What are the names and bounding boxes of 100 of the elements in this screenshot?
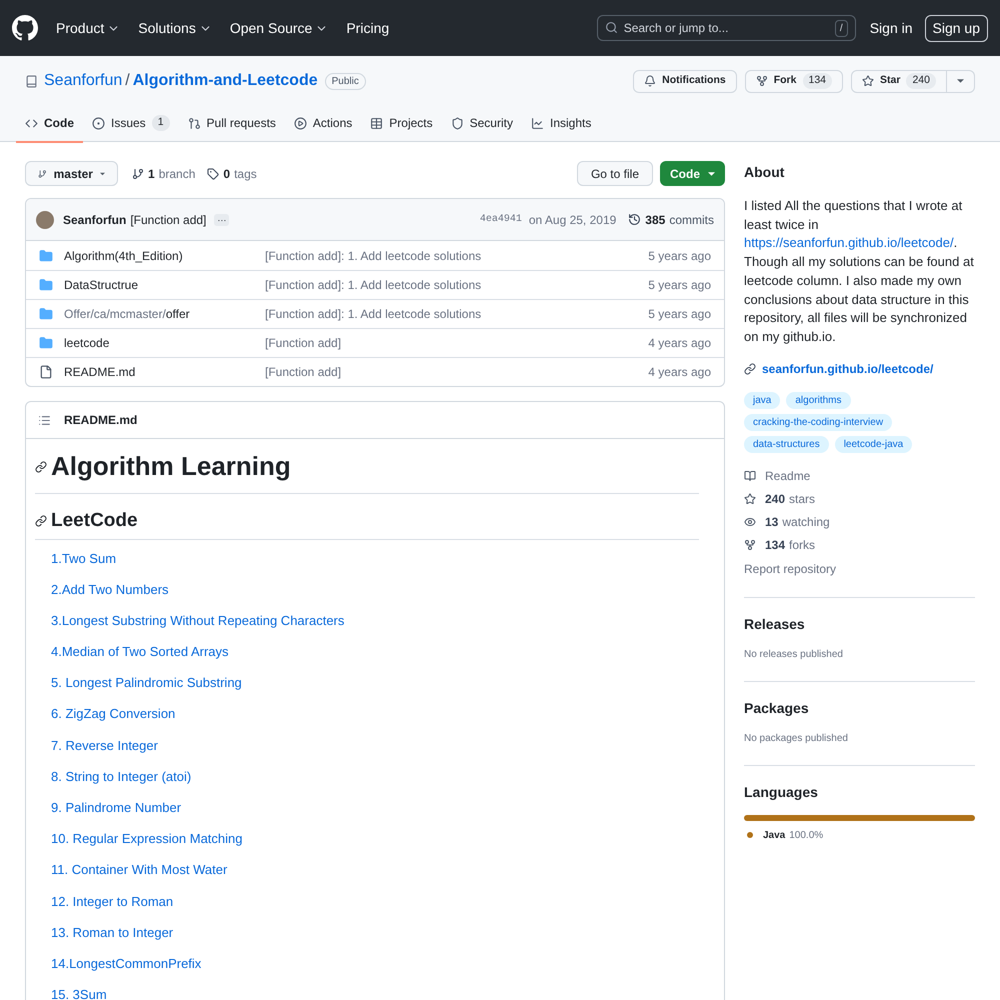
topic-tag[interactable]: leetcode-java xyxy=(834,436,912,453)
shield-icon xyxy=(450,116,464,130)
commit-message-link[interactable]: [Function add]: 1. Add leetcode solutions xyxy=(265,276,482,294)
expand-button[interactable]: ··· xyxy=(214,214,230,226)
repo-tab[interactable]: Code xyxy=(16,105,83,143)
problem-link[interactable]: 5. Longest Palindromic Substring xyxy=(51,674,242,692)
fork-icon xyxy=(744,538,756,551)
repo-tab[interactable]: Security xyxy=(442,105,522,143)
report-link[interactable]: Report repository xyxy=(744,560,836,578)
file-age: 5 years ago xyxy=(648,248,711,264)
go-to-file-button[interactable]: Go to file xyxy=(576,161,653,186)
graph-icon xyxy=(530,116,544,130)
topic-tag[interactable]: data-structures xyxy=(744,436,829,453)
problem-link[interactable]: 1.Two Sum xyxy=(51,550,116,568)
file-name-link[interactable]: DataStructrue xyxy=(64,276,138,294)
branch-icon xyxy=(132,168,144,180)
problem-link[interactable]: 9. Palindrome Number xyxy=(51,799,182,817)
commit-message-link[interactable]: [Function add] xyxy=(265,363,342,381)
code-button[interactable]: Code xyxy=(660,161,725,186)
problem-link[interactable]: 4.Median of Two Sorted Arrays xyxy=(51,643,229,662)
branch-icon xyxy=(38,168,47,180)
commit-count[interactable]: 385 xyxy=(645,210,666,228)
repo-owner-link[interactable]: Seanforfun xyxy=(44,69,122,93)
repo-name-link[interactable]: Algorithm-and-Leetcode xyxy=(132,69,318,93)
commits-label[interactable]: commits xyxy=(669,210,714,228)
stat-link[interactable]: 13 watching xyxy=(765,512,830,531)
file-age: 5 years ago xyxy=(648,277,711,294)
readme-heading: Algorithm Learning xyxy=(51,450,291,483)
star-button[interactable]: Star 240 xyxy=(851,70,947,92)
file-age: 4 years ago xyxy=(648,335,711,352)
eye-icon xyxy=(744,516,756,528)
repo-tab[interactable]: Actions xyxy=(284,105,362,143)
language-percent: 100.0% xyxy=(789,828,824,843)
star-icon xyxy=(744,492,756,505)
problem-link[interactable]: 10. Regular Expression Matching xyxy=(51,830,242,848)
circle-dot-icon xyxy=(92,116,105,130)
topic-tag[interactable]: cracking-the-coding-interview xyxy=(744,414,892,431)
file-name-link[interactable]: offer xyxy=(166,305,190,323)
fork-button[interactable]: Fork 134 xyxy=(744,70,844,92)
caret-down-icon xyxy=(100,172,105,176)
problem-link[interactable]: 12. Integer to Roman xyxy=(51,892,174,911)
file-name-link[interactable]: leetcode xyxy=(64,334,110,352)
commit-sha[interactable]: 4ea4941 xyxy=(480,212,522,227)
stat-link[interactable]: 134 forks xyxy=(765,536,816,554)
problem-link[interactable]: 8. String to Integer (atoi) xyxy=(51,768,192,786)
commit-message-link[interactable]: [Function add] xyxy=(265,334,342,352)
anchor-link-icon[interactable] xyxy=(35,515,47,528)
tag-count: 0 xyxy=(223,166,230,182)
visibility-label: Public xyxy=(324,72,366,90)
website-link[interactable]: seanforfun.github.io/leetcode/ xyxy=(762,360,934,378)
history-icon xyxy=(628,213,642,226)
branches-link[interactable]: 1 branch xyxy=(132,164,196,182)
about-heading: About xyxy=(744,163,786,182)
file-path-link[interactable]: Offer/ca/mcmaster/ xyxy=(64,305,166,323)
folder-icon xyxy=(39,307,53,321)
commit-message-link[interactable]: [Function add]: 1. Add leetcode solutions xyxy=(265,246,482,264)
github-logo-icon[interactable] xyxy=(12,15,38,41)
problem-link[interactable]: 13. Roman to Integer xyxy=(51,924,174,942)
language-name[interactable]: Java xyxy=(763,828,786,843)
sign-up-button[interactable]: Sign up xyxy=(924,14,988,42)
nav-menu-item[interactable]: Pricing xyxy=(346,18,390,38)
topic-tag[interactable]: algorithms xyxy=(786,392,850,409)
notifications-button[interactable]: Notifications xyxy=(633,70,737,92)
problem-link[interactable]: 7. Reverse Integer xyxy=(51,736,158,755)
stat-link[interactable]: Readme xyxy=(765,466,810,485)
star-dropdown-button[interactable] xyxy=(947,70,975,92)
problem-link[interactable]: 15. 3Sum xyxy=(51,986,107,1000)
topic-tag[interactable]: java xyxy=(744,392,780,409)
repo-tab[interactable]: Pull requests xyxy=(178,105,285,143)
problem-link[interactable]: 11. Container With Most Water xyxy=(51,861,228,880)
problem-link[interactable]: 2.Add Two Numbers xyxy=(51,580,169,599)
problem-link[interactable]: 6. ZigZag Conversion xyxy=(51,705,176,724)
nav-menu-item[interactable]: Open Source xyxy=(230,18,328,38)
tags-link[interactable]: 0 tags xyxy=(207,164,257,182)
file-name-link[interactable]: README.md xyxy=(64,363,136,381)
nav-menu-item[interactable]: Product xyxy=(56,18,120,38)
nav-menu-item[interactable]: Solutions xyxy=(138,18,212,38)
commit-author[interactable]: Seanforfun xyxy=(63,210,126,228)
anchor-link-icon[interactable] xyxy=(35,460,47,472)
repo-tab[interactable]: Insights xyxy=(522,105,600,143)
repo-tab[interactable]: Issues 1 xyxy=(83,105,179,143)
stat-link[interactable]: 240 stars xyxy=(765,490,816,508)
count-badge: 134 xyxy=(802,73,832,89)
commit-message[interactable]: [Function add] xyxy=(130,210,206,228)
commit-message-link[interactable]: [Function add]: 1. Add leetcode solutions xyxy=(265,305,482,323)
file-age: 5 years ago xyxy=(648,306,711,323)
repo-tab[interactable]: Projects xyxy=(361,105,442,143)
description-link[interactable]: https://seanforfun.github.io/leetcode/ xyxy=(744,235,954,250)
link-icon xyxy=(744,362,756,375)
section-heading: Languages xyxy=(744,782,819,802)
problem-link[interactable]: 3.Longest Substring Without Repeating Characters xyxy=(51,612,344,630)
section-heading: Releases xyxy=(744,614,806,634)
about-description: I listed All the questions that I wrote at least twice in https://seanforfun.github.io/leetcode/. Though all my solutions can be found at leetcode column. I also made my own conclusions about data structure in this repository, all files will be synchronized on my github.io. xyxy=(744,197,975,346)
problem-link[interactable]: 14.LongestCommonPrefix xyxy=(51,954,202,973)
file-name-link[interactable]: Algorithm(4th_Edition) xyxy=(64,246,183,264)
folder-icon xyxy=(39,278,53,292)
avatar xyxy=(36,210,54,228)
branch-selector[interactable]: master xyxy=(25,161,118,186)
branch-label: branch xyxy=(158,166,196,182)
sign-in-link[interactable]: Sign in xyxy=(870,18,913,38)
